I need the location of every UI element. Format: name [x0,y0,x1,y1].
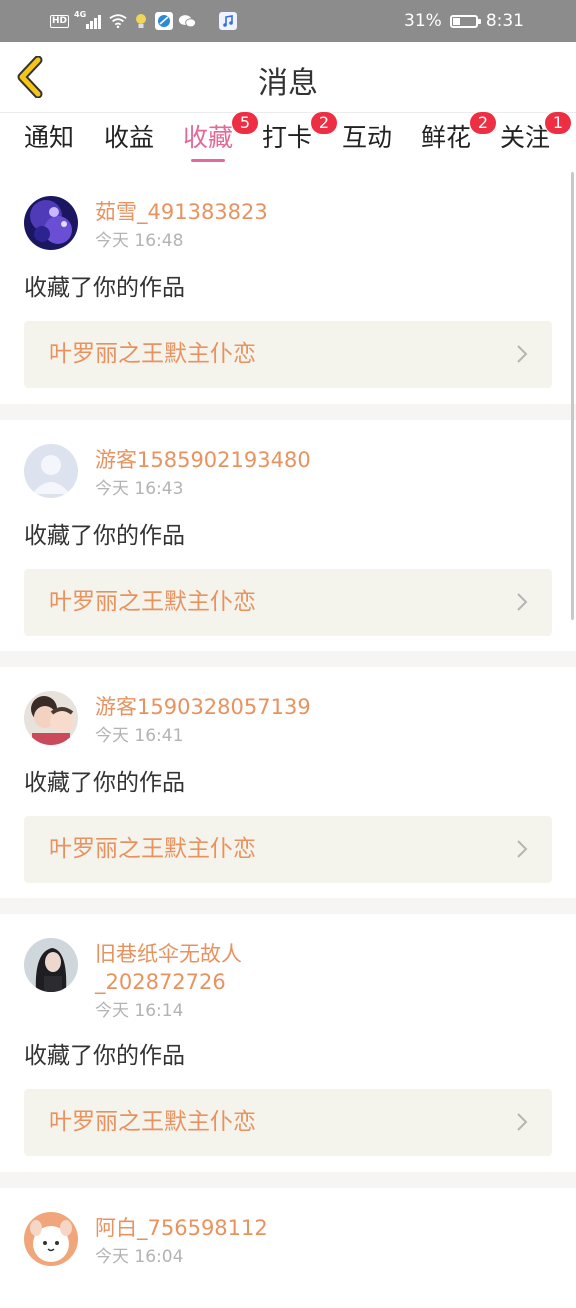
work-title: 叶罗丽之王默主仆恋 [49,589,256,615]
divider [0,404,576,420]
work-title: 叶罗丽之王默主仆恋 [49,836,256,862]
tab-label: 收益 [104,123,155,152]
avatar[interactable] [24,691,78,745]
avatar[interactable] [24,444,78,498]
timestamp: 今天 16:04 [95,1247,184,1267]
message-text: 收藏了你的作品 [24,770,185,796]
bulb-icon [132,12,150,30]
music-icon [219,12,238,30]
message-text: 收藏了你的作品 [24,275,185,301]
avatar[interactable] [24,1212,78,1266]
tab-interactions[interactable]: 互动 [342,123,392,153]
tab-label: 打卡 [262,123,313,152]
status-bar: HD 4G 31% 8:31 [0,0,576,42]
status-right: 31% 8:31 [404,9,524,33]
unread-badge: 2 [310,111,339,135]
message-item: 旧巷纸伞无故人_202872726 今天 16:14 收藏了你的作品 叶罗丽之王… [0,914,576,1172]
chevron-right-icon [517,840,528,858]
tab-label: 收藏 [183,123,234,152]
work-link[interactable]: 叶罗丽之王默主仆恋 [24,816,552,883]
username[interactable]: 游客1590328057139 [95,693,395,721]
battery-percent: 31% [404,11,442,31]
message-item: 阿白_756598112 今天 16:04 [0,1188,576,1308]
tab-notifications[interactable]: 通知 [24,123,74,153]
battery-icon [449,14,481,28]
timestamp: 今天 16:14 [95,1001,184,1021]
message-text: 收藏了你的作品 [24,1043,185,1069]
divider [0,1172,576,1188]
scrollbar[interactable] [571,172,574,620]
divider [0,651,576,667]
timestamp: 今天 16:43 [95,479,184,499]
tab-label: 通知 [24,123,75,152]
work-link[interactable]: 叶罗丽之王默主仆恋 [24,321,552,388]
tab-earnings[interactable]: 收益 [104,123,154,153]
wechat-icon [178,12,197,30]
message-item: 游客1585902193480 今天 16:43 收藏了你的作品 叶罗丽之王默主… [0,420,576,651]
timestamp: 今天 16:48 [95,231,184,251]
unread-badge: 1 [544,111,573,135]
tab-follows[interactable]: 关注 1 [500,111,573,153]
tab-flowers[interactable]: 鲜花 2 [421,111,498,153]
active-tab-indicator [191,159,226,162]
avatar[interactable] [24,196,78,250]
signal-icon: 4G [74,11,104,31]
chevron-right-icon [517,345,528,363]
tab-label: 互动 [342,123,393,152]
header: 消息 [0,42,576,113]
work-link[interactable]: 叶罗丽之王默主仆恋 [24,1089,552,1156]
wifi-icon [109,12,127,30]
divider [0,898,576,914]
message-list: 茹雪_491383823 今天 16:48 收藏了你的作品 叶罗丽之王默主仆恋 … [0,170,576,1308]
tab-checkin[interactable]: 打卡 2 [262,111,339,153]
username[interactable]: 阿白_756598112 [95,1214,395,1242]
status-left-icons: HD 4G [50,10,238,32]
tab-label: 鲜花 [421,123,472,152]
username[interactable]: 茹雪_491383823 [95,198,395,226]
work-title: 叶罗丽之王默主仆恋 [49,341,256,367]
clock: 8:31 [485,11,524,31]
work-link[interactable]: 叶罗丽之王默主仆恋 [24,569,552,636]
work-title: 叶罗丽之王默主仆恋 [49,1109,256,1135]
username[interactable]: 旧巷纸伞无故人_202872726 [95,940,285,996]
tab-label: 关注 [500,123,551,152]
message-item: 游客1590328057139 今天 16:41 收藏了你的作品 叶罗丽之王默主… [0,667,576,898]
unread-badge: 2 [469,111,498,135]
chevron-right-icon [517,1113,528,1131]
username[interactable]: 游客1585902193480 [95,446,395,474]
tab-favorites[interactable]: 收藏 5 [183,111,260,162]
unread-badge: 5 [231,111,260,135]
message-text: 收藏了你的作品 [24,523,185,549]
message-item: 茹雪_491383823 今天 16:48 收藏了你的作品 叶罗丽之王默主仆恋 [0,170,576,404]
browser-icon [155,12,174,30]
page-title: 消息 [258,66,318,101]
tab-bar: 通知 收益 收藏 5 打卡 2 互动 鲜花 2 关注 1 [0,111,576,169]
timestamp: 今天 16:41 [95,726,184,746]
chevron-right-icon [517,593,528,611]
avatar[interactable] [24,938,78,992]
hd-icon: HD [50,14,70,28]
